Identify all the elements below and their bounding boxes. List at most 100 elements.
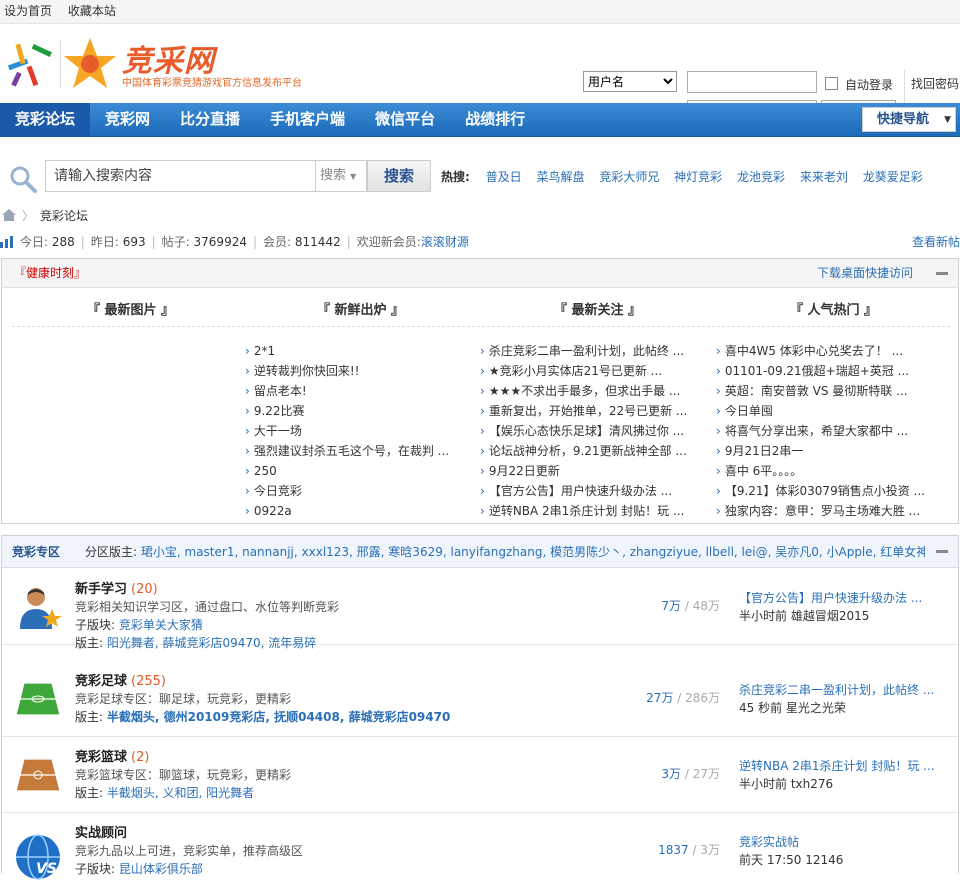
chevron-down-icon: ▼ — [944, 115, 951, 125]
forum-name[interactable]: 竞彩篮球 (2) — [75, 746, 149, 765]
list-item[interactable]: ★★★不求出手最多，但求出手最 ... — [480, 381, 705, 401]
nav-item-ranking[interactable]: 战绩排行 — [450, 103, 540, 137]
nav-item-site[interactable]: 竞彩网 — [90, 103, 165, 137]
list-item[interactable]: 强烈建议封杀五毛这个号，在裁判 ... — [245, 441, 470, 461]
hot-search-link[interactable]: 竞彩大师兄 — [599, 170, 659, 184]
breadcrumb-separator: 〉 — [22, 209, 35, 223]
tab-popular[interactable]: 『 人气热门 』 — [790, 299, 877, 318]
list-item[interactable]: 论坛战神分析，9.21更新战神全部 ... — [480, 441, 705, 461]
list-item[interactable]: 独家内容：意甲：罗马主场难大胜 ... — [716, 501, 941, 521]
vs-globe-icon[interactable]: VS — [14, 833, 62, 881]
nav-item-wechat[interactable]: 微信平台 — [360, 103, 450, 137]
search-type-select[interactable]: 搜索 ▼ — [315, 160, 367, 192]
list-item[interactable]: 逆转NBA 2串1杀庄计划 封贴！玩 ... — [480, 501, 705, 521]
list-item[interactable]: 250 — [245, 461, 470, 481]
home-icon[interactable] — [2, 209, 16, 221]
quick-nav-label: 快捷导航 — [877, 112, 930, 127]
list-item[interactable]: 9.22比赛 — [245, 401, 470, 421]
nav-item-forum[interactable]: 竞彩论坛 — [0, 103, 91, 137]
list-item[interactable]: 将喜气分享出来，希望大家都中 ... — [716, 421, 941, 441]
health-header: 『健康时刻』 下载桌面快捷访问 — [2, 259, 958, 288]
forum-title[interactable]: 竞彩足球 — [75, 674, 127, 689]
forum-new-count: (2) — [131, 750, 150, 765]
find-password-link[interactable]: 找回密码 — [911, 75, 959, 92]
moderator-links[interactable]: 半截烟头, 义和团, 阳光舞者 — [107, 786, 254, 800]
download-shortcut-link[interactable]: 下载桌面快捷访问 — [817, 259, 913, 287]
set-home-link[interactable]: 设为首页 — [4, 4, 52, 18]
collapse-icon[interactable] — [936, 550, 948, 553]
list-item[interactable]: 重新复出，开始推单，22号已更新 ... — [480, 401, 705, 421]
search-button[interactable]: 搜索 — [367, 160, 431, 192]
new-member-link[interactable]: 滚滚财源 — [421, 235, 469, 249]
list-item[interactable]: 【官方公告】用户快速升级办法 ... — [480, 481, 705, 501]
zone-moderator-list[interactable]: 珺小宝, master1, nannanjj, xxxl123, 邢露, 寒晗3… — [141, 545, 925, 559]
list-item[interactable]: 【9.21】体彩03079销售点小投资 ... — [716, 481, 941, 501]
hot-search-link[interactable]: 菜鸟解盘 — [536, 170, 584, 184]
tab-focus[interactable]: 『 最新关注 』 — [554, 299, 641, 318]
hot-search-link[interactable]: 龙池竞彩 — [737, 170, 785, 184]
forum-name[interactable]: 竞彩足球 (255) — [75, 670, 166, 689]
subforum-link[interactable]: 竞彩单关大家猜 — [119, 618, 203, 632]
list-item[interactable]: 2*1 — [245, 341, 470, 361]
last-post-title[interactable]: 逆转NBA 2串1杀庄计划 封贴！玩 ... — [739, 757, 947, 775]
search-input[interactable]: 请输入搜索内容 — [45, 160, 315, 192]
list-item[interactable]: 0922a — [245, 501, 470, 521]
hot-search: 热搜: 普及日 菜鸟解盘 竞彩大师兄 神灯竞彩 龙池竞彩 来来老刘 龙葵爱足彩 — [441, 168, 934, 185]
tab-fresh[interactable]: 『 新鲜出炉 』 — [317, 299, 404, 318]
list-item[interactable]: 喜中 6平。。。。 — [716, 461, 941, 481]
count-separator: / — [681, 767, 693, 781]
quick-nav-button[interactable]: 快捷导航 ▼ — [862, 107, 956, 132]
members-count: 811442 — [294, 235, 341, 249]
collapse-icon[interactable] — [936, 272, 948, 275]
beginner-avatar-icon[interactable] — [14, 583, 62, 631]
list-item[interactable]: 【娱乐心态快乐足球】清风拂过你 ... — [480, 421, 705, 441]
list-item[interactable]: 今日竞彩 — [245, 481, 470, 501]
last-post: 杀庄竞彩二串一盈利计划，此帖终 ... 45 秒前 星光之光荣 — [739, 681, 947, 717]
posts-label: 帖子: — [161, 235, 190, 249]
hot-search-link[interactable]: 神灯竞彩 — [674, 170, 722, 184]
list-item[interactable]: 杀庄竞彩二串一盈利计划，此帖终 ... — [480, 341, 705, 361]
hot-search-link[interactable]: 普及日 — [486, 170, 522, 184]
tab-latest-images[interactable]: 『 最新图片 』 — [87, 299, 174, 318]
post-count: 3万 — [700, 843, 720, 857]
list-item[interactable]: 大干一场 — [245, 421, 470, 441]
hot-search-link[interactable]: 来来老刘 — [800, 170, 848, 184]
last-post-title[interactable]: 【官方公告】用户快速升级办法 ... — [739, 589, 947, 607]
forum-name[interactable]: 实战顾问 — [75, 822, 131, 841]
favorite-link[interactable]: 收藏本站 — [68, 4, 116, 18]
subforum-link[interactable]: 昆山体彩俱乐部 — [119, 862, 203, 876]
list-item[interactable]: 9月21日2串一 — [716, 441, 941, 461]
view-latest-link[interactable]: 查看新帖 — [912, 234, 960, 250]
forum-name[interactable]: 新手学习 (20) — [75, 578, 158, 597]
zone-moderators-label: 分区版主: — [85, 545, 138, 559]
hot-search-link[interactable]: 龙葵爱足彩 — [863, 170, 923, 184]
list-item[interactable]: 01101-09.21俄超+瑞超+英冠 ... — [716, 361, 941, 381]
list-item[interactable]: 英超：南安普敦 VS 曼彻斯特联 ... — [716, 381, 941, 401]
moderator-links[interactable]: 半截烟头, 德州20109竞彩店, 抚顺04408, 薛城竞彩店09470 — [107, 710, 450, 724]
breadcrumb-current[interactable]: 竞彩论坛 — [40, 209, 88, 223]
username-input[interactable] — [687, 71, 817, 93]
auto-login-checkbox[interactable] — [825, 77, 838, 90]
forum-title[interactable]: 实战顾问 — [75, 826, 127, 841]
nav-item-live-score[interactable]: 比分直播 — [165, 103, 255, 137]
basketball-court-icon[interactable] — [14, 751, 62, 799]
forum-title[interactable]: 新手学习 — [75, 582, 127, 597]
nav-item-mobile[interactable]: 手机客户端 — [255, 103, 360, 137]
stats-chart-icon — [0, 236, 13, 248]
last-post-title[interactable]: 竞彩实战帖 — [739, 833, 947, 851]
list-item[interactable]: ★竞彩小月实体店21号已更新 ... — [480, 361, 705, 381]
list-item[interactable]: 今日单囤 — [716, 401, 941, 421]
username-type-select[interactable]: 用户名 — [583, 71, 677, 92]
list-item[interactable]: 喜中4W5 体彩中心兑奖去了！ ... — [716, 341, 941, 361]
forum-title[interactable]: 竞彩篮球 — [75, 750, 127, 765]
site-logo[interactable]: 竞采网 中国体育彩票竞猜游戏官方信息发布平台 — [0, 34, 332, 94]
football-field-icon[interactable] — [14, 675, 62, 723]
last-post-title[interactable]: 杀庄竞彩二串一盈利计划，此帖终 ... — [739, 681, 947, 699]
list-item[interactable]: 9月22日更新 — [480, 461, 705, 481]
moderator-links[interactable]: 阳光舞者, 薛城竞彩店09470, 流年易碎 — [107, 636, 316, 650]
list-item[interactable]: 逆转裁判你快回来!! — [245, 361, 470, 381]
forum-row: VS 实战顾问 竞彩九品以上可进，竞彩实单，推荐高级区 子版块: 昆山体彩俱乐部… — [2, 813, 958, 889]
list-item[interactable]: 留点老本! — [245, 381, 470, 401]
main-nav: 竞彩论坛 竞彩网 比分直播 手机客户端 微信平台 战绩排行 快捷导航 ▼ — [0, 103, 960, 137]
zone-title[interactable]: 竞彩专区 — [12, 536, 60, 568]
